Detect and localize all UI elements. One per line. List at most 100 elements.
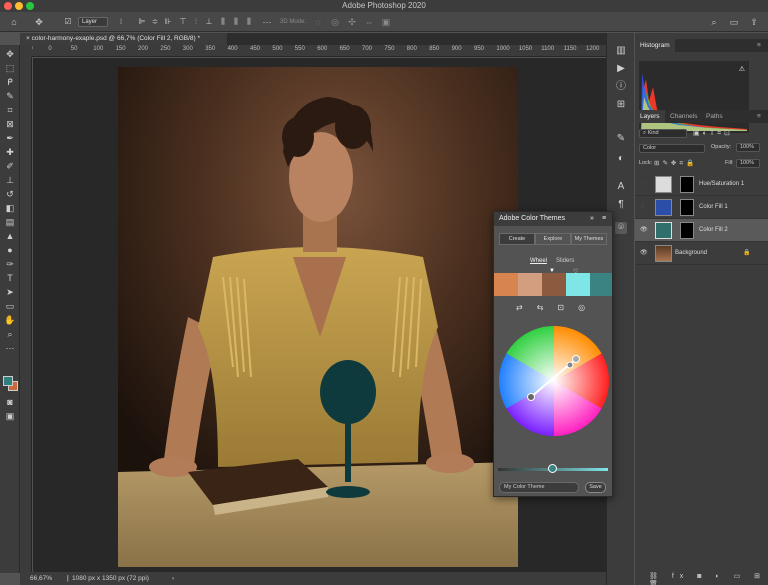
align-left-icon[interactable]: ⊫	[137, 16, 147, 28]
blend-mode-dropdown[interactable]: Color	[639, 144, 705, 153]
opacity-field[interactable]: 100%	[736, 143, 760, 152]
align-center-icon[interactable]: ≑	[150, 16, 160, 28]
lock-icon[interactable]: 🔒	[743, 242, 750, 265]
layers-footer-icons[interactable]: ⛓ fx ◙ ◐ ▭ ⊞ 🗑	[649, 572, 768, 585]
eraser-tool-icon[interactable]: ◧	[3, 202, 17, 214]
tab-channels[interactable]: Channels	[665, 110, 702, 123]
layer-mask-thumbnail[interactable]	[680, 222, 694, 239]
align-middle-icon[interactable]: ⫶	[191, 16, 201, 28]
quick-selection-tool-icon[interactable]: ✎	[3, 90, 17, 102]
layer-mask-thumbnail[interactable]	[680, 199, 694, 216]
document-tab[interactable]: × color-harmony-exaple.psd @ 66,7% (Colo…	[20, 33, 228, 45]
3d-slide-icon[interactable]: ⇔	[363, 16, 375, 28]
paragraph-panel-icon[interactable]: ¶	[615, 199, 627, 211]
histogram-panel-icon[interactable]: ▥	[615, 45, 627, 57]
adjustments-panel-icon[interactable]: ◐	[615, 153, 627, 165]
marquee-tool-icon[interactable]: ⬚	[3, 62, 17, 74]
color-wheel[interactable]	[498, 325, 610, 437]
foreground-color-swatch[interactable]	[3, 376, 13, 386]
lasso-tool-icon[interactable]: ᑭ	[3, 76, 17, 88]
eyedropper-tool-icon[interactable]: ✒	[3, 132, 17, 144]
healing-brush-tool-icon[interactable]: ✚	[3, 146, 17, 158]
workspace-icon[interactable]: ▭	[728, 16, 740, 28]
collapse-panel-icon[interactable]: »	[590, 212, 594, 226]
3d-scale-icon[interactable]: ▣	[380, 16, 392, 28]
brush-tool-icon[interactable]: ✐	[3, 160, 17, 172]
layer-row-selected[interactable]: 👁 Color Fill 2	[635, 219, 768, 242]
visibility-eye-icon[interactable]: 👁	[640, 219, 648, 242]
quick-mask-icon[interactable]: ◙	[3, 396, 17, 408]
theme-swatch-5[interactable]	[590, 273, 612, 296]
zoom-level[interactable]: 66,67%	[30, 572, 52, 585]
theme-swatch-4[interactable]	[566, 273, 590, 296]
home-icon[interactable]: ⌂	[8, 16, 20, 28]
color-themes-menu-icon[interactable]: ≡	[602, 212, 606, 226]
layer-row[interactable]: ◌ Hue/Saturation 1	[635, 173, 768, 196]
clone-stamp-tool-icon[interactable]: ⊥	[3, 174, 17, 186]
auto-select-checkbox-icon[interactable]: ☑	[62, 16, 74, 28]
move-tool-icon[interactable]: ✥	[3, 48, 17, 60]
pen-tool-icon[interactable]: ✑	[3, 258, 17, 270]
character-panel-icon[interactable]: A	[615, 181, 627, 193]
tab-create[interactable]: Create	[499, 233, 535, 245]
tab-layers[interactable]: Layers	[635, 110, 665, 123]
theme-name-input[interactable]: My Color Theme	[499, 482, 579, 493]
align-right-icon[interactable]: ⊪	[163, 16, 173, 28]
tab-wheel[interactable]: Wheel	[530, 258, 547, 264]
tab-paths[interactable]: Paths	[701, 110, 728, 123]
hand-tool-icon[interactable]: ✋	[3, 314, 17, 326]
move-icon[interactable]: ✥	[32, 16, 46, 28]
layer-mask-thumbnail[interactable]	[680, 176, 694, 193]
blur-tool-icon[interactable]: ▲	[3, 230, 17, 242]
edit-toolbar-icon[interactable]: ⋯	[3, 342, 17, 354]
align-top-icon[interactable]: ⊤	[178, 16, 188, 28]
document-info[interactable]: 1080 px x 1350 px (72 ppi)	[72, 572, 149, 585]
layer-row[interactable]: 👁 Background 🔒	[635, 242, 768, 265]
path-selection-tool-icon[interactable]: ➤	[3, 286, 17, 298]
frame-tool-icon[interactable]: ⊠	[3, 118, 17, 130]
layer-row[interactable]: ◌ Color Fill 1	[635, 196, 768, 219]
gradient-tool-icon[interactable]: ▤	[3, 216, 17, 228]
search-icon[interactable]: ⌕	[708, 16, 720, 28]
visibility-eye-icon[interactable]: 👁	[640, 242, 648, 265]
brightness-slider-handle[interactable]	[548, 464, 557, 473]
tab-histogram[interactable]: Histogram	[635, 39, 675, 52]
type-tool-icon[interactable]: T	[3, 272, 17, 284]
more-options-icon[interactable]: ⋯	[262, 16, 272, 28]
3d-roll-icon[interactable]: ◎	[329, 16, 341, 28]
lock-icons[interactable]: ⊞✎✥⌗🔒	[654, 159, 697, 168]
rectangle-tool-icon[interactable]: ▭	[3, 300, 17, 312]
layer-filter-kind[interactable]: ⌕ Kind	[639, 129, 687, 138]
color-themes-panel-icon[interactable]: ⌾	[615, 222, 627, 234]
distribute-3-icon[interactable]: ⫼	[244, 16, 254, 28]
properties-panel-icon[interactable]: ⊞	[615, 99, 627, 111]
tab-explore[interactable]: Explore	[535, 233, 571, 245]
close-tab-icon[interactable]: ×	[26, 35, 30, 42]
fill-field[interactable]: 100%	[736, 159, 760, 168]
visibility-off-icon[interactable]: ◌	[641, 196, 645, 219]
3d-pan-icon[interactable]: ✣	[346, 16, 358, 28]
transform-controls-icon[interactable]: ⁝	[116, 16, 126, 28]
3d-orbit-icon[interactable]: ◌	[312, 16, 324, 28]
tab-my-themes[interactable]: My Themes	[571, 233, 607, 245]
swatch-action-icons[interactable]: ⇄⇆⊡◎	[516, 303, 599, 312]
info-panel-icon[interactable]: ⓘ	[615, 81, 627, 93]
share-icon[interactable]: ⇪	[748, 16, 760, 28]
visibility-off-icon[interactable]: ◌	[641, 173, 645, 196]
panel-menu-icon[interactable]: ≡	[752, 39, 766, 52]
save-theme-button[interactable]: Save	[585, 482, 606, 493]
zoom-tool-icon[interactable]: ⌕	[3, 328, 17, 340]
distribute-1-icon[interactable]: ⫼	[218, 16, 228, 28]
align-bottom-icon[interactable]: ⊥	[204, 16, 214, 28]
play-actions-icon[interactable]: ▶	[615, 63, 627, 75]
auto-select-dropdown[interactable]: Layer	[78, 17, 108, 27]
crop-tool-icon[interactable]: ⌗	[3, 104, 17, 116]
warning-icon[interactable]: ⚠	[739, 65, 745, 73]
document-canvas-photo[interactable]	[118, 67, 518, 567]
dodge-tool-icon[interactable]: ●	[3, 244, 17, 256]
layer-filter-icons[interactable]: ▣◐T⌗⊡	[693, 129, 733, 138]
theme-swatch-1[interactable]	[494, 273, 518, 296]
layers-menu-icon[interactable]: ≡	[752, 110, 766, 123]
status-menu-icon[interactable]: ›	[172, 572, 174, 585]
distribute-2-icon[interactable]: ⫼	[231, 16, 241, 28]
